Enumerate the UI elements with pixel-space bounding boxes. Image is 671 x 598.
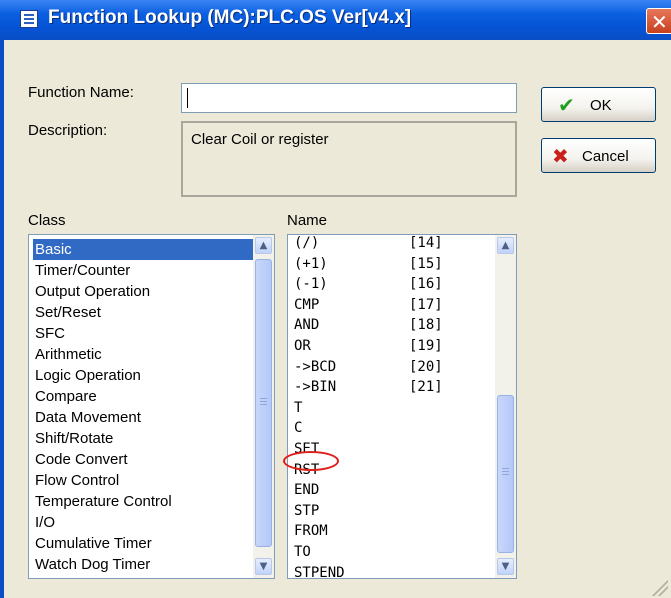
name-item-code: [18] — [409, 317, 443, 334]
scroll-grip-line — [502, 474, 509, 475]
x-icon: ✖ — [552, 144, 569, 168]
ok-button-label: OK — [590, 97, 612, 114]
name-item[interactable]: TO — [294, 542, 311, 563]
window-frame-left — [0, 40, 4, 598]
class-item[interactable]: Set/Reset — [35, 302, 101, 323]
function-name-input[interactable] — [181, 83, 517, 113]
name-label: Name — [287, 212, 328, 229]
class-item[interactable]: Flow Control — [35, 470, 119, 491]
class-listbox[interactable]: Basic Timer/Counter Output Operation Set/Re… — [28, 234, 275, 579]
chevron-down-icon[interactable]: ▼ — [255, 558, 272, 575]
window-title: Function Lookup (MC):PLC.OS Ver[v4.x] — [48, 7, 412, 28]
resize-grip[interactable] — [650, 578, 668, 596]
name-item[interactable]: ->BCD — [294, 357, 336, 378]
name-item-code: [17] — [409, 296, 443, 313]
class-item[interactable]: Shift/Rotate — [35, 428, 113, 449]
ok-button[interactable]: ✔ OK — [541, 87, 656, 122]
class-item[interactable]: Logic Operation — [35, 365, 141, 386]
name-item[interactable]: (/) — [294, 235, 319, 254]
cancel-button[interactable]: ✖ Cancel — [541, 138, 656, 173]
name-scroll-thumb[interactable] — [497, 395, 514, 553]
function-lookup-icon — [20, 10, 38, 28]
class-item[interactable]: Temperature Control — [35, 491, 172, 512]
name-item-code: [21] — [409, 379, 443, 396]
rst-highlight-circle — [283, 451, 339, 471]
name-scrollbar[interactable]: ▲ ▼ — [495, 235, 516, 578]
chevron-up-icon[interactable]: ▲ — [497, 237, 514, 254]
name-item[interactable]: STPEND — [294, 563, 345, 578]
scroll-grip-line — [502, 471, 509, 472]
class-item[interactable]: Code Convert — [35, 449, 128, 470]
function-lookup-dialog: Function Lookup (MC):PLC.OS Ver[v4.x] ✕ … — [0, 0, 671, 598]
name-item[interactable]: (-1) — [294, 274, 328, 295]
class-item[interactable]: Compare — [35, 386, 97, 407]
name-item[interactable]: STP — [294, 501, 319, 522]
name-item[interactable]: (+1) — [294, 254, 328, 275]
name-item[interactable]: FROM — [294, 521, 328, 542]
name-item-code: [16] — [409, 276, 443, 293]
description-box: Clear Coil or register — [181, 121, 517, 197]
description-label: Description: — [28, 122, 108, 139]
class-item[interactable]: I/O — [35, 512, 55, 533]
chevron-up-icon[interactable]: ▲ — [255, 237, 272, 254]
name-item[interactable]: OR — [294, 336, 311, 357]
close-button[interactable]: ✕ — [646, 8, 671, 34]
name-item-code: [20] — [409, 358, 443, 375]
cancel-button-label: Cancel — [582, 148, 629, 165]
scroll-grip-line — [260, 404, 267, 405]
scroll-grip-line — [502, 468, 509, 469]
class-item[interactable]: Watch Dog Timer — [35, 554, 150, 575]
name-listbox[interactable]: (/) [14] (+1) [15] (-1) [16] CMP [17] AND [18] OR [… — [287, 234, 517, 579]
text-caret — [187, 88, 188, 108]
description-text: Clear Coil or register — [191, 131, 329, 148]
name-item-code: [15] — [409, 255, 443, 272]
checkmark-icon: ✔ — [558, 93, 575, 117]
name-item[interactable]: END — [294, 480, 319, 501]
name-item[interactable]: CMP — [294, 295, 319, 316]
name-item-code: [19] — [409, 338, 443, 354]
class-item[interactable]: Basic — [35, 239, 72, 260]
class-item[interactable]: Timer/Counter — [35, 260, 130, 281]
class-scrollbar[interactable]: ▲ ▼ — [253, 235, 274, 578]
class-item[interactable]: Arithmetic — [35, 344, 102, 365]
scroll-grip-line — [260, 398, 267, 399]
class-item[interactable]: SFC — [35, 323, 65, 344]
close-icon: ✕ — [651, 10, 668, 34]
scroll-grip-line — [260, 401, 267, 402]
class-item[interactable]: Data Movement — [35, 407, 141, 428]
class-scroll-thumb[interactable] — [255, 259, 272, 547]
function-name-label: Function Name: — [28, 84, 134, 101]
class-item[interactable]: Output Operation — [35, 281, 150, 302]
name-item[interactable]: AND — [294, 315, 319, 336]
class-label: Class — [28, 212, 66, 229]
name-item[interactable]: ->BIN — [294, 377, 336, 398]
class-item[interactable]: Cumulative Timer — [35, 533, 152, 554]
name-item[interactable]: C — [294, 418, 302, 439]
chevron-down-icon[interactable]: ▼ — [497, 558, 514, 575]
name-item-code: [14] — [409, 235, 443, 251]
title-bar[interactable]: Function Lookup (MC):PLC.OS Ver[v4.x] ✕ — [0, 0, 671, 40]
name-item[interactable]: T — [294, 398, 302, 419]
